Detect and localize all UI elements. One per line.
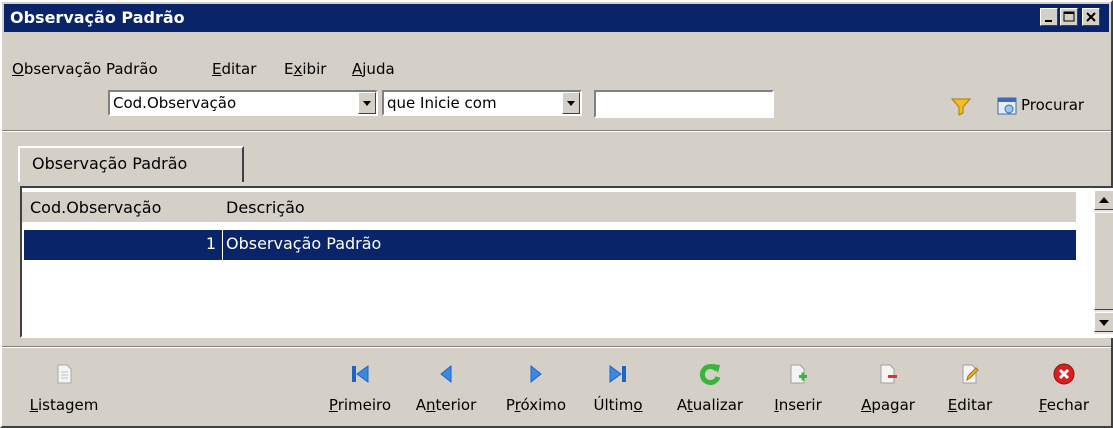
next-record-icon	[530, 364, 542, 384]
vertical-scrollbar[interactable]	[1094, 190, 1113, 334]
scroll-up-button[interactable]	[1094, 190, 1113, 210]
procurar-label: Procurar	[1021, 96, 1085, 114]
grid-header: Cod.Observação Descrição	[22, 192, 1076, 222]
previous-record-icon	[440, 364, 452, 384]
fechar-button[interactable]: Fechar	[1024, 362, 1104, 422]
divider	[2, 347, 1111, 348]
delete-document-icon	[880, 364, 897, 384]
menu-ajuda[interactable]: Ajuda	[352, 60, 395, 78]
table-row[interactable]: 1 Observação Padrão	[24, 230, 1076, 260]
title-bar[interactable]: Observação Padrão	[4, 4, 1109, 32]
minimize-button[interactable]	[1040, 8, 1058, 26]
app-window: Observação Padrão Observação Padrão Edit…	[0, 0, 1113, 428]
atualizar-label: Atualizar	[676, 396, 744, 414]
anterior-label: Anterior	[415, 396, 477, 414]
insert-document-icon	[790, 364, 807, 384]
editar-label: Editar	[947, 396, 993, 414]
close-window-button[interactable]	[1082, 8, 1100, 26]
search-input[interactable]	[594, 90, 774, 118]
primeiro-button[interactable]: Primeiro	[320, 362, 400, 422]
cell-divider	[222, 230, 223, 260]
refresh-icon	[699, 364, 721, 385]
edit-document-icon	[962, 364, 979, 384]
close-circle-icon	[1053, 363, 1075, 385]
chevron-down-icon	[567, 101, 575, 106]
document-list-icon	[57, 364, 72, 384]
filter-button[interactable]	[950, 96, 972, 120]
window-title: Observação Padrão	[10, 8, 185, 27]
tab-label: Observação Padrão	[32, 154, 188, 173]
menu-editar[interactable]: Editar	[212, 60, 256, 78]
anterior-button[interactable]: Anterior	[406, 362, 486, 422]
menu-observacao-padrao[interactable]: Observação Padrão	[12, 60, 158, 78]
menu-exibir[interactable]: Exibir	[284, 60, 326, 78]
search-field-select[interactable]: Cod.Observação	[108, 90, 378, 116]
fechar-label: Fechar	[1038, 396, 1090, 414]
listagem-label: Listagem	[29, 396, 99, 414]
listagem-button[interactable]: Listagem	[24, 362, 104, 422]
data-grid: Cod.Observação Descrição 1 Observação Pa…	[20, 186, 1113, 338]
minimize-icon	[1045, 20, 1052, 22]
atualizar-button[interactable]: Atualizar	[670, 362, 750, 422]
tab-observacao-padrao[interactable]: Observação Padrão	[18, 146, 244, 182]
primeiro-label: Primeiro	[328, 396, 392, 414]
ultimo-button[interactable]: Último	[578, 362, 658, 422]
search-window-icon	[997, 97, 1017, 115]
apagar-button[interactable]: Apagar	[848, 362, 928, 422]
editar-button[interactable]: Editar	[930, 362, 1010, 422]
first-record-icon	[352, 365, 369, 383]
apagar-label: Apagar	[861, 396, 915, 414]
cell-cod: 1	[205, 234, 216, 253]
scroll-thumb[interactable]	[1094, 212, 1113, 310]
inserir-label: Inserir	[774, 396, 822, 414]
close-icon	[1086, 12, 1096, 22]
arrow-up-icon	[1099, 197, 1109, 203]
inserir-button[interactable]: Inserir	[758, 362, 838, 422]
proximo-label: Próximo	[505, 396, 567, 414]
search-condition-dropdown-button[interactable]	[562, 92, 580, 114]
search-field-value: Cod.Observação	[113, 94, 237, 112]
maximize-icon	[1063, 11, 1075, 22]
search-condition-value: que Inicie com	[387, 94, 497, 112]
search-field-dropdown-button[interactable]	[358, 92, 376, 114]
divider	[2, 131, 1111, 132]
proximo-button[interactable]: Próximo	[496, 362, 576, 422]
cell-descricao: Observação Padrão	[226, 234, 382, 253]
scroll-down-button[interactable]	[1094, 312, 1113, 332]
maximize-button[interactable]	[1060, 8, 1078, 26]
search-condition-select[interactable]: que Inicie com	[382, 90, 582, 116]
filter-icon	[950, 98, 972, 116]
column-header-cod[interactable]: Cod.Observação	[30, 198, 161, 217]
chevron-down-icon	[363, 101, 371, 106]
column-header-descricao[interactable]: Descrição	[226, 198, 305, 217]
last-record-icon	[609, 365, 626, 383]
ultimo-label: Último	[593, 396, 643, 414]
arrow-down-icon	[1099, 320, 1109, 326]
